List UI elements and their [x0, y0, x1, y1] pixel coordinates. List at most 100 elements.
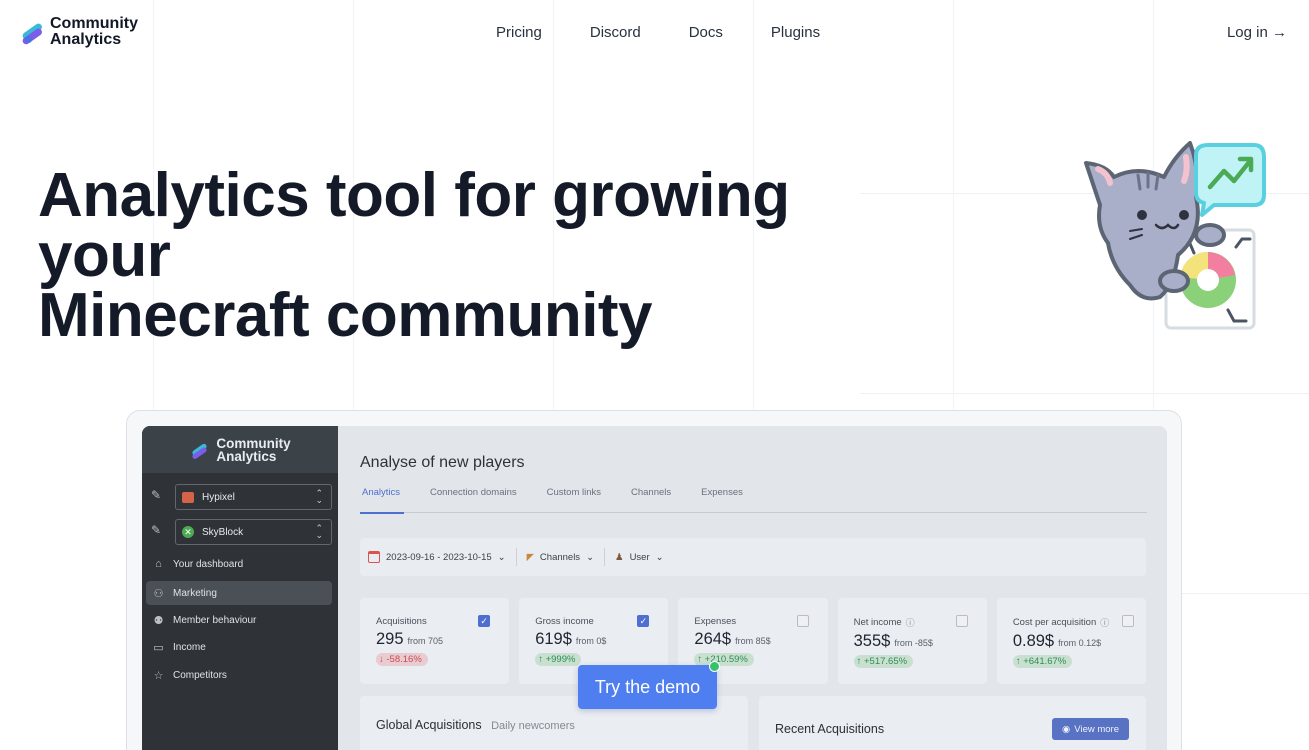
hero-title-line2: Minecraft community: [38, 281, 653, 350]
sidebar-item-competitors[interactable]: ☆ Competitors: [146, 663, 332, 687]
metric-card-cost-per-acquisition: Cost per acquisition ⓘ 0.89$ from 0.12$ ↑ …: [996, 598, 1147, 684]
arrow-up-icon: ↑: [856, 656, 862, 667]
metric-from: from 0.12$: [1058, 638, 1102, 648]
arrow-up-icon: ↑: [538, 654, 543, 665]
logo-mark-icon: [20, 17, 46, 47]
sidebar-item-income[interactable]: ▭ Income: [146, 635, 332, 659]
metric-label: Cost per acquisition: [1012, 617, 1097, 628]
chevron-down-icon: ⌄: [655, 551, 664, 563]
view-more-button[interactable]: ◉ View more: [1052, 718, 1129, 740]
tab-connection-domains[interactable]: Connection domains: [428, 487, 519, 513]
metric-change-badge: ↑ +641.67%: [1012, 655, 1073, 668]
date-range-value: 2023-09-16 - 2023-10-15: [386, 551, 492, 563]
sidebar-item-label: Income: [173, 641, 206, 653]
metric-cards: Acquisitions 295 from 705 ↓ -58.16% ✓ Gro…: [360, 598, 1147, 684]
channels-filter-label: Channels: [539, 551, 581, 563]
nav-link-pricing[interactable]: Pricing: [496, 24, 542, 41]
sidebar-item-member-behaviour[interactable]: ⚉ Member behaviour: [146, 608, 332, 632]
xbox-icon: ✕: [182, 526, 194, 538]
arrow-up-icon: ↑: [1015, 656, 1021, 667]
metric-value: 0.89$: [1012, 632, 1055, 650]
sidebar-logo-line1: Community: [216, 435, 291, 451]
info-icon: ⓘ: [905, 618, 915, 628]
brand-logo[interactable]: Community Analytics: [20, 16, 138, 48]
tab-custom-links[interactable]: Custom links: [545, 487, 603, 513]
nav-link-plugins[interactable]: Plugins: [771, 24, 820, 41]
metric-from: from 705: [407, 636, 444, 646]
nav-link-docs[interactable]: Docs: [689, 24, 723, 41]
edit-gamemode-icon[interactable]: ✎: [151, 523, 165, 537]
metric-checkbox[interactable]: [955, 615, 968, 627]
date-range-filter[interactable]: 2023-09-16 - 2023-10-15 ⌄: [368, 551, 506, 563]
metric-from: from 0$: [575, 636, 607, 646]
eye-icon: ◉: [1062, 723, 1071, 735]
tab-channels[interactable]: Channels: [629, 487, 673, 513]
sidebar-logo-line2: Analytics: [216, 448, 277, 464]
status-dot: [709, 661, 720, 672]
star-icon: ☆: [153, 669, 164, 682]
hero-title: Analytics tool for growing your Minecraf…: [38, 161, 938, 350]
info-icon: ⓘ: [1100, 618, 1110, 628]
metric-change-badge: ↓ -58.16%: [376, 653, 428, 666]
user-plus-icon: ⚇: [153, 587, 164, 600]
metric-card-acquisitions: Acquisitions 295 from 705 ↓ -58.16% ✓: [360, 598, 510, 684]
sidebar-logo: Community Analytics: [142, 426, 338, 473]
server-select[interactable]: Hypixel ⌃ ⌄: [175, 484, 332, 510]
sidebar-item-your-dashboard[interactable]: ⌂ Your dashboard: [146, 552, 332, 576]
top-nav: Community Analytics Pricing Discord Docs…: [0, 0, 1309, 66]
filter-bar: 2023-09-16 - 2023-10-15 ⌄ ◤ Channels ⌄ ♟…: [360, 538, 1146, 576]
server-icon: [182, 491, 194, 503]
metric-change-badge: ↑ +517.65%: [853, 655, 914, 668]
metric-label: Net income: [853, 617, 902, 628]
tab-analytics[interactable]: Analytics: [360, 487, 405, 514]
dashboard-sidebar: Community Analytics ✎ Hypixel ⌃ ⌄ ✎ ✕ Sky…: [142, 426, 338, 750]
sidebar-item-marketing[interactable]: ⚇ Marketing: [146, 581, 332, 605]
select-chevron-icon: ⌃ ⌄: [315, 488, 323, 505]
view-more-label: View more: [1074, 723, 1119, 735]
hero-title-line1: Analytics tool for growing your: [38, 161, 790, 290]
logo-text-line2: Analytics: [50, 31, 122, 48]
dashboard-main: Analyse of new players Analytics Connect…: [338, 426, 1167, 750]
edit-server-icon[interactable]: ✎: [151, 488, 165, 502]
money-icon: ▭: [153, 641, 164, 654]
metric-checkbox[interactable]: [1122, 615, 1135, 627]
gamemode-select[interactable]: ✕ SkyBlock ⌃ ⌄: [175, 519, 332, 545]
login-link[interactable]: Log in →: [1227, 24, 1287, 41]
metric-value: 355$: [853, 632, 891, 650]
select-chevron-icon: ⌃ ⌄: [315, 523, 323, 540]
cat-mascot-illustration: [1078, 135, 1270, 335]
metric-card-net-income: Net income ⓘ 355$ from -85$ ↑ +517.65%: [837, 598, 987, 684]
sidebar-item-label: Competitors: [173, 669, 227, 681]
user-filter-label: User: [629, 551, 650, 563]
panel-title: Global Acquisitions: [376, 718, 482, 732]
arrow-up-icon: ↑: [697, 654, 703, 665]
recent-acquisitions-panel: Recent Acquisitions ◉ View more: [759, 696, 1146, 750]
nav-link-discord[interactable]: Discord: [590, 24, 641, 41]
metric-label: Gross income: [535, 616, 594, 627]
metric-change-badge: ↑ +999%: [535, 653, 582, 666]
metric-checkbox[interactable]: ✓: [637, 615, 650, 627]
panel-title: Recent Acquisitions: [775, 722, 885, 736]
nav-links: Pricing Discord Docs Plugins: [496, 24, 820, 41]
sidebar-item-label: Your dashboard: [173, 558, 244, 570]
metric-label: Expenses: [694, 616, 737, 627]
logo-text-line1: Community: [50, 15, 138, 32]
user-filter[interactable]: ♟ User ⌄: [615, 552, 664, 563]
user-avatar-icon: ♟: [615, 551, 624, 563]
channels-filter[interactable]: ◤ Channels ⌄: [527, 552, 594, 563]
metric-checkbox[interactable]: ✓: [478, 615, 491, 627]
sidebar-item-label: Marketing: [173, 587, 217, 599]
megaphone-icon: ◤: [526, 551, 534, 563]
page-title: Analyse of new players: [360, 454, 525, 471]
panel-subtitle: Daily newcomers: [491, 720, 575, 732]
calendar-icon: [368, 551, 380, 563]
try-demo-button[interactable]: Try the demo: [578, 665, 717, 709]
metric-checkbox[interactable]: [796, 615, 809, 627]
metric-value: 295: [376, 630, 404, 648]
metric-value: 264$: [694, 630, 732, 648]
users-icon: ⚉: [153, 614, 164, 627]
metric-from: from 85$: [735, 636, 771, 646]
home-icon: ⌂: [155, 558, 162, 570]
tab-expenses[interactable]: Expenses: [699, 487, 745, 513]
metric-label: Acquisitions: [376, 616, 427, 627]
